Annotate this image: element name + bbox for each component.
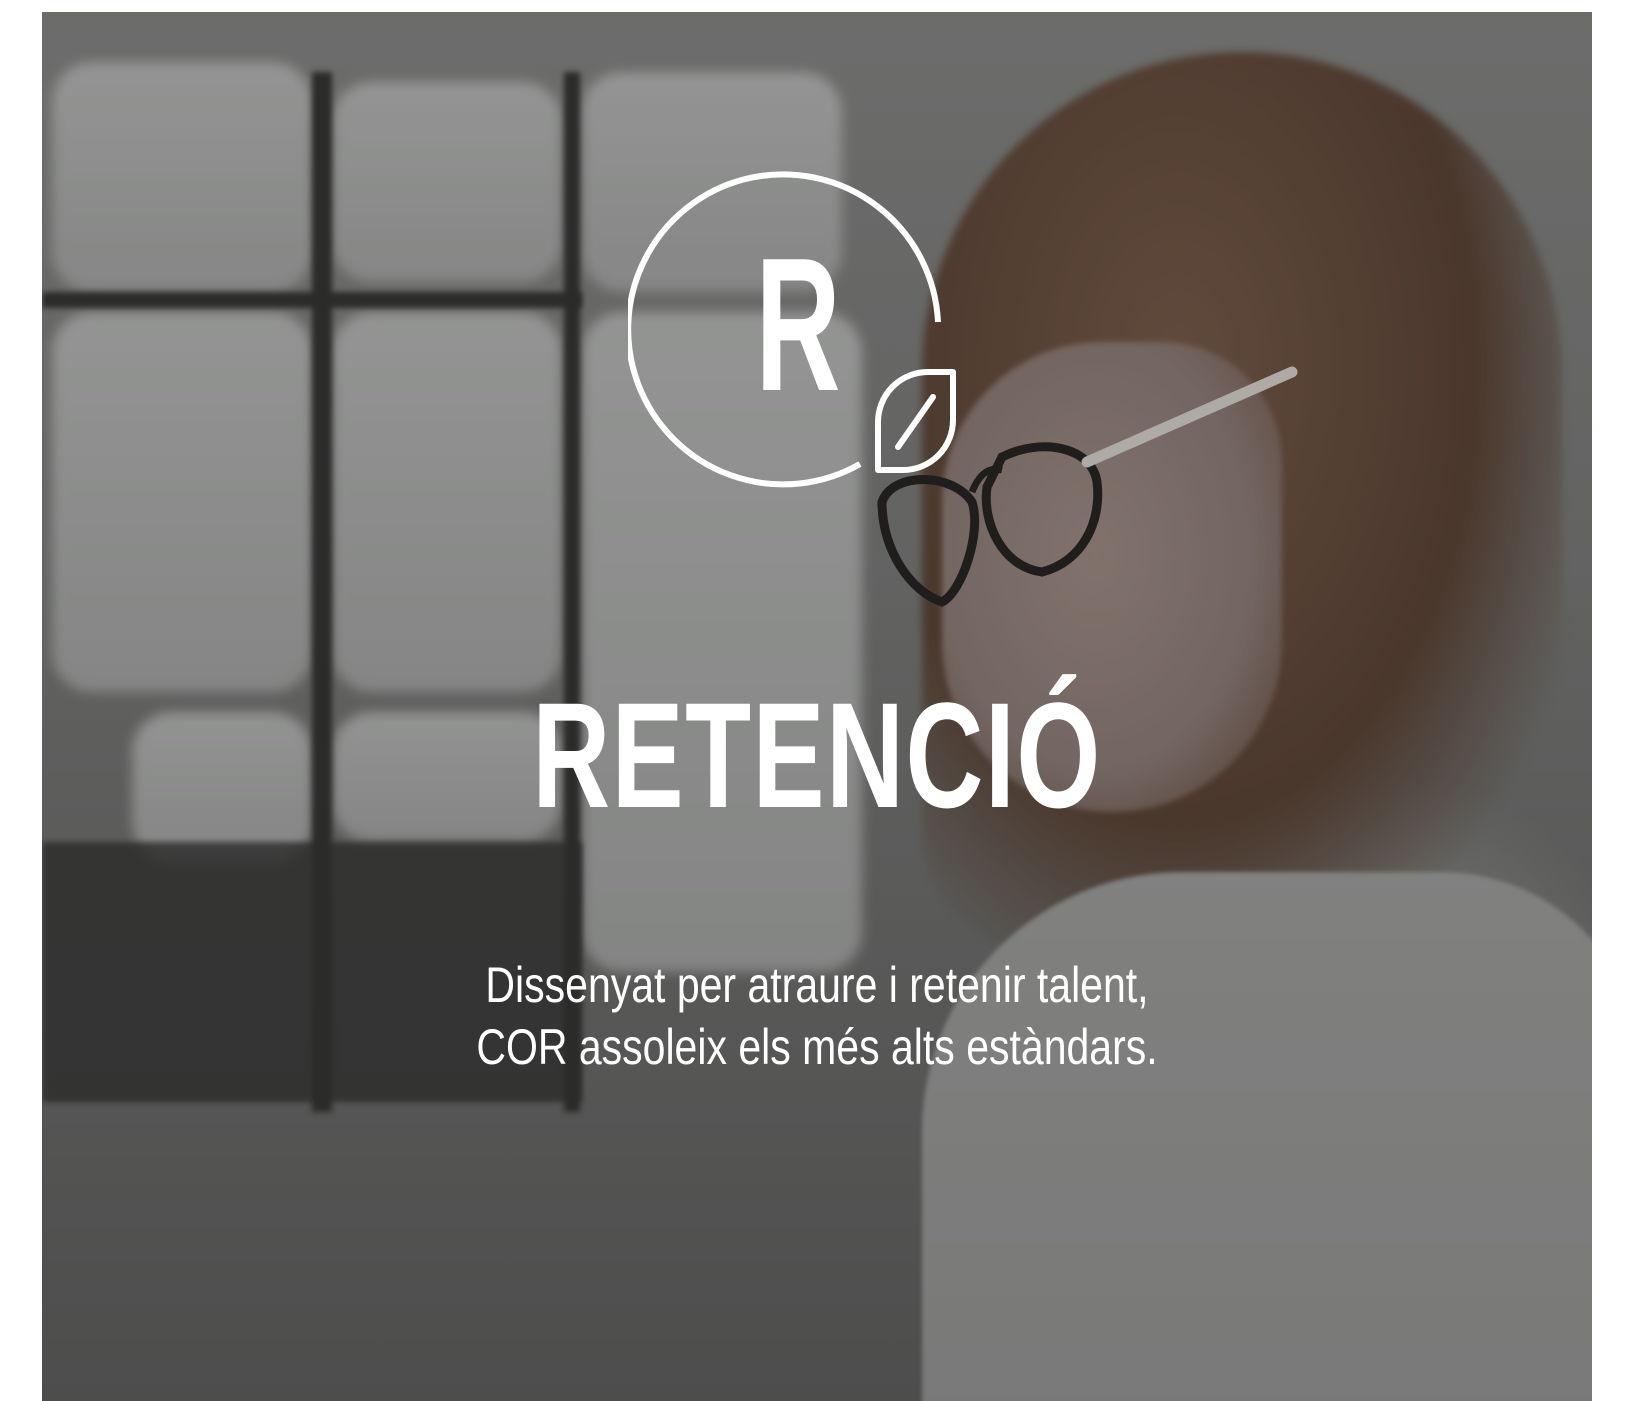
hero-card: R RETENCIÓ Dissenyat per atraure i reten… bbox=[42, 12, 1592, 1401]
page-title: RETENCIÓ bbox=[532, 671, 1102, 839]
description-line-1: Dissenyat per atraure i retenir talent, bbox=[485, 957, 1149, 1013]
hero-description: Dissenyat per atraure i retenir talent, … bbox=[182, 954, 1453, 1078]
description-line-2: COR assoleix els més alts estàndars. bbox=[476, 1019, 1158, 1075]
logo-letter: R bbox=[755, 219, 840, 431]
r-leaf-circle-icon: R bbox=[628, 171, 956, 488]
